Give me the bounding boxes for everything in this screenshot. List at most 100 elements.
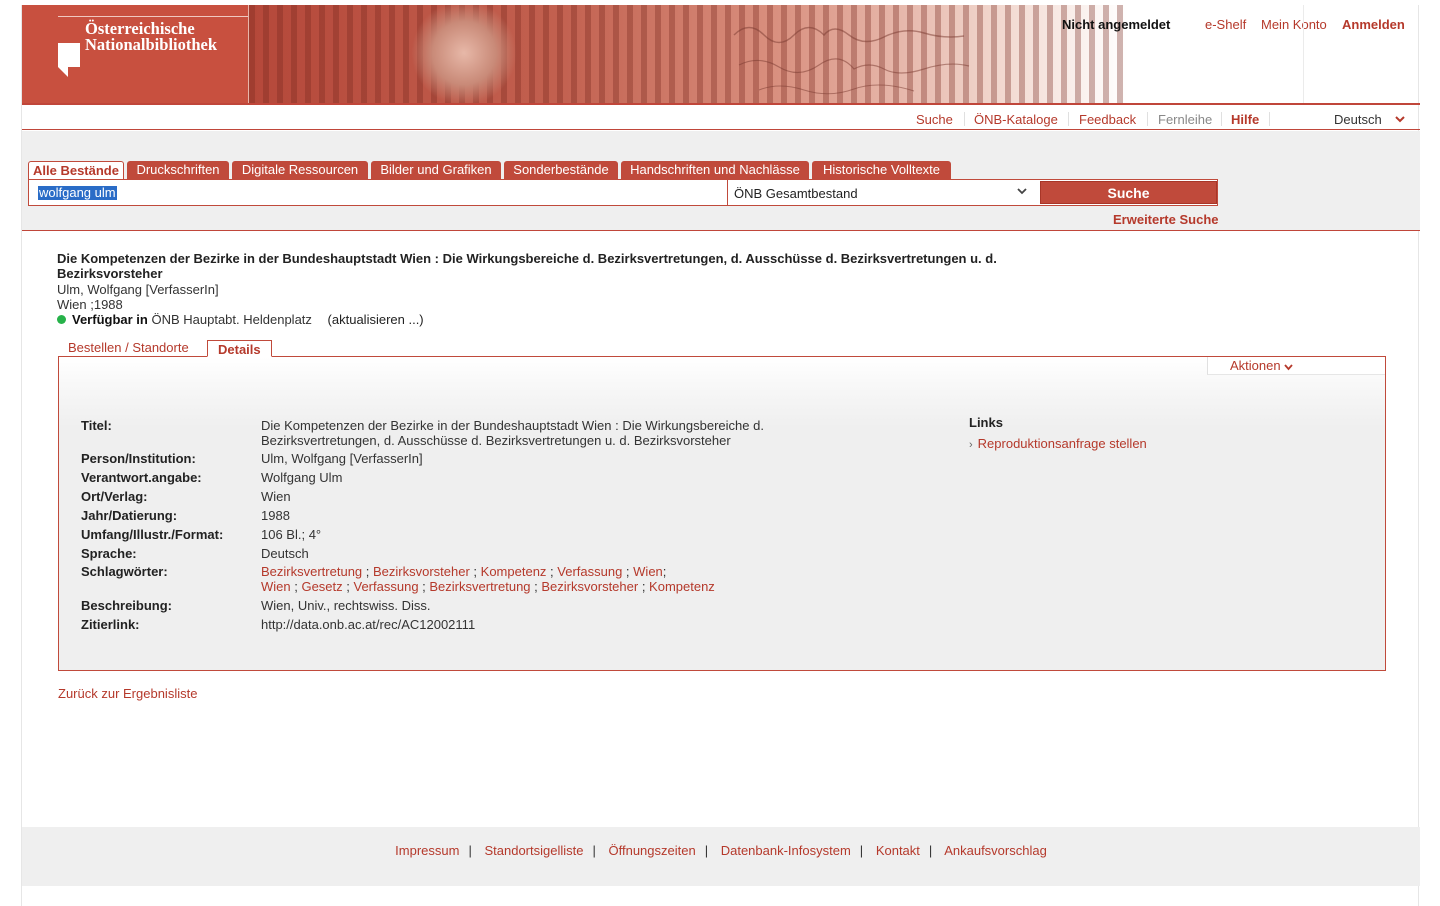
availability-location: ÖNB Hauptabt. Heldenplatz: [151, 312, 312, 327]
label-subjects: Schlagwörter:: [81, 564, 168, 579]
label-person: Person/Institution:: [81, 451, 196, 466]
subject-link[interactable]: Bezirksvorsteher: [373, 564, 470, 579]
footer-oeffnungszeiten[interactable]: Öffnungszeiten: [608, 843, 695, 858]
nav-separator: [1269, 112, 1270, 126]
label-extent: Umfang/Illustr./Format:: [81, 527, 224, 542]
banner-image: [248, 5, 1128, 103]
top-nav: Suche ÖNB-Kataloge Feedback Fernleihe Hi…: [22, 103, 1420, 130]
search-box: wolfgang ulm ÖNB Gesamtbestand Suche: [28, 179, 1218, 206]
value-title-line-1: Die Kompetenzen der Bezirke in der Bunde…: [261, 418, 764, 433]
footer-kontakt[interactable]: Kontakt: [876, 843, 920, 858]
tab-digitale-ressourcen[interactable]: Digitale Ressourcen: [232, 161, 368, 179]
value-place: Wien: [261, 489, 291, 504]
label-description: Beschreibung:: [81, 598, 173, 613]
reproduction-request-link[interactable]: › Reproduktionsanfrage stellen: [969, 436, 1147, 451]
subject-link[interactable]: Kompetenz: [481, 564, 547, 579]
actions-label: Aktionen: [1230, 358, 1281, 373]
value-responsibility: Wolfgang Ulm: [261, 470, 343, 485]
logo[interactable]: Österreichische Nationalbibliothek: [22, 5, 248, 103]
label-citelink: Zitierlink:: [81, 617, 140, 632]
value-person-link[interactable]: Ulm, Wolfgang [VerfasserIn]: [261, 451, 423, 466]
availability: Verfügbar in ÖNB Hauptabt. Heldenplatz (…: [57, 312, 424, 327]
record-pubinfo: Wien ;1988: [57, 297, 123, 312]
value-title: Die Kompetenzen der Bezirke in der Bunde…: [261, 418, 764, 448]
tab-alle-bestaende[interactable]: Alle Bestände: [28, 161, 124, 180]
label-place: Ort/Verlag:: [81, 489, 148, 504]
available-status-icon: [57, 315, 66, 324]
nav-fernleihe[interactable]: Fernleihe: [1158, 112, 1212, 127]
advanced-search-link[interactable]: Erweiterte Suche: [1113, 212, 1219, 227]
value-year: 1988: [261, 508, 290, 523]
value-description: Wien, Univ., rechtswiss. Diss.: [261, 598, 431, 613]
footer-standortsigelliste[interactable]: Standortsigelliste: [484, 843, 583, 858]
actions-menu[interactable]: Aktionen: [1207, 357, 1385, 375]
tab-historische-volltexte[interactable]: Historische Volltexte: [812, 161, 951, 179]
login-status: Nicht angemeldet: [1062, 17, 1171, 32]
value-title-line-2: Bezirksvertretungen, d. Ausschüsse d. Be…: [261, 433, 731, 448]
footer-datenbank-infosystem[interactable]: Datenbank-Infosystem: [721, 843, 851, 858]
nav-hilfe[interactable]: Hilfe: [1231, 112, 1259, 127]
chevron-down-icon: [1395, 116, 1406, 123]
subject-link[interactable]: Wien: [261, 579, 291, 594]
back-to-results-link[interactable]: Zurück zur Ergebnisliste: [58, 686, 197, 701]
page: Österreichische Nationalbibliothek Nicht…: [21, 5, 1420, 906]
subject-link[interactable]: Gesetz: [301, 579, 342, 594]
tab-bilder-grafiken[interactable]: Bilder und Grafiken: [371, 161, 501, 179]
logo-text: Österreichische Nationalbibliothek: [85, 20, 218, 54]
tab-details[interactable]: Details: [207, 340, 272, 357]
login-link[interactable]: Anmelden: [1342, 17, 1405, 32]
availability-label: Verfügbar in: [72, 312, 148, 327]
label-language: Sprache:: [81, 546, 137, 561]
handwriting-decoration: [733, 26, 970, 95]
search-scope-select[interactable]: ÖNB Gesamtbestand: [727, 180, 1038, 205]
subject-link[interactable]: Bezirksvertretung: [261, 564, 362, 579]
language-select[interactable]: Deutsch: [1334, 112, 1406, 127]
subject-link[interactable]: Kompetenz: [649, 579, 715, 594]
nav-separator: [1068, 112, 1069, 126]
label-year: Jahr/Datierung:: [81, 508, 178, 523]
logo-flag-icon: [58, 43, 80, 77]
label-title: Titel:: [81, 418, 112, 433]
nav-separator: [1147, 112, 1148, 126]
value-extent: 106 Bl.; 4°: [261, 527, 322, 542]
nav-suche[interactable]: Suche: [916, 112, 953, 127]
my-account-link[interactable]: Mein Konto: [1261, 17, 1327, 32]
links-heading: Links: [969, 415, 1003, 430]
logo-divider: [58, 16, 248, 17]
nav-onb-kataloge[interactable]: ÖNB-Kataloge: [974, 112, 1058, 127]
chevron-right-icon: ›: [969, 439, 973, 451]
search-button[interactable]: Suche: [1040, 181, 1217, 204]
refresh-availability-link[interactable]: (aktualisieren ...): [328, 312, 424, 327]
footer-links: Impressum | Standortsigelliste | Öffnungsz…: [395, 843, 1047, 858]
footer: Impressum | Standortsigelliste | Öffnungsz…: [22, 827, 1420, 886]
record-author: Ulm, Wolfgang [VerfasserIn]: [57, 282, 219, 297]
language-value: Deutsch: [1334, 112, 1382, 127]
search-area: Alle Bestände Druckschriften Digitale Re…: [22, 131, 1420, 231]
tab-bestellen-standorte[interactable]: Bestellen / Standorte: [68, 340, 189, 355]
search-input[interactable]: wolfgang ulm: [29, 180, 727, 205]
subjects-row-1: Bezirksvertretung ; Bezirksvorsteher ; K…: [261, 564, 667, 579]
footer-impressum[interactable]: Impressum: [395, 843, 459, 858]
nav-feedback[interactable]: Feedback: [1079, 112, 1136, 127]
tab-sonderbestaende[interactable]: Sonderbestände: [504, 161, 618, 179]
subject-link[interactable]: Wien: [633, 564, 663, 579]
subject-link[interactable]: Bezirksvertretung: [429, 579, 530, 594]
eshelf-link[interactable]: e-Shelf: [1205, 17, 1246, 32]
subject-link[interactable]: Bezirksvorsteher: [541, 579, 638, 594]
footer-ankaufsvorschlag[interactable]: Ankaufsvorschlag: [944, 843, 1047, 858]
label-responsibility: Verantwort.angabe:: [81, 470, 202, 485]
header-banner: Österreichische Nationalbibliothek Nicht…: [22, 5, 1420, 103]
reproduction-request-label: Reproduktionsanfrage stellen: [977, 436, 1147, 451]
chevron-down-icon: [1284, 364, 1293, 371]
subjects-row-2: Wien ; Gesetz ; Verfassung ; Bezirksvert…: [261, 579, 715, 594]
subject-link[interactable]: Verfassung: [354, 579, 419, 594]
search-scope-value: ÖNB Gesamtbestand: [734, 186, 858, 201]
subject-link[interactable]: Verfassung: [557, 564, 622, 579]
details-panel: Aktionen Titel: Die Kompetenzen der Bezi…: [58, 356, 1386, 671]
tab-druckschriften[interactable]: Druckschriften: [127, 161, 229, 179]
record-title: Die Kompetenzen der Bezirke in der Bunde…: [57, 251, 997, 281]
header-divider: [1303, 5, 1304, 103]
logo-line-2: Nationalbibliothek: [85, 35, 218, 54]
chevron-down-icon: [1017, 188, 1027, 195]
tab-handschriften[interactable]: Handschriften und Nachlässe: [621, 161, 809, 179]
